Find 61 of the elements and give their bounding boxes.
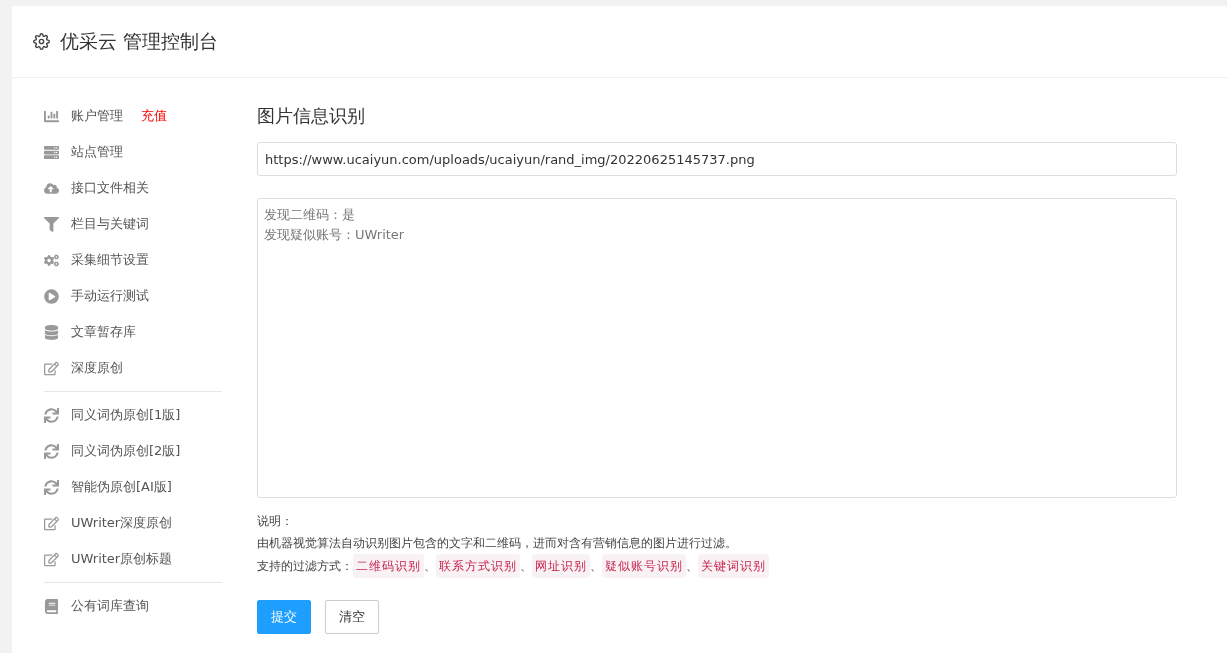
sidebar-item[interactable]: 采集细节设置 xyxy=(44,242,222,278)
gears-icon xyxy=(44,252,59,268)
sidebar-item[interactable]: 同义词伪原创[2版] xyxy=(44,433,222,469)
cloud-upload-icon xyxy=(44,180,59,196)
page-heading: 图片信息识别 xyxy=(257,104,366,128)
edit-icon xyxy=(44,360,59,376)
database-icon xyxy=(44,324,59,340)
sidebar-item[interactable]: 接口文件相关 xyxy=(44,170,222,206)
sidebar-item[interactable]: 账户管理 充值 xyxy=(44,98,222,134)
book-icon xyxy=(44,598,59,614)
sidebar-item[interactable]: 站点管理 xyxy=(44,134,222,170)
sidebar-label: 采集细节设置 xyxy=(71,251,149,269)
sidebar-item[interactable]: 同义词伪原创[1版] xyxy=(44,397,222,433)
filter-method-tag: 联系方式识别 xyxy=(436,554,520,578)
edit-icon xyxy=(44,551,59,567)
sidebar-item[interactable]: 公有词库查询 xyxy=(44,588,222,624)
sidebar-item[interactable]: 文章暂存库 xyxy=(44,314,222,350)
sidebar-label: 站点管理 xyxy=(71,143,123,161)
filter-method-tag: 疑似账号识别 xyxy=(602,554,686,578)
url-input[interactable]: https://www.ucaiyun.com/uploads/ucaiyun/rand_img/20220625145737.png xyxy=(257,142,1177,176)
sidebar-label: 同义词伪原创[2版] xyxy=(71,442,181,460)
recharge-link[interactable]: 充值 xyxy=(141,107,167,125)
sidebar-label: 接口文件相关 xyxy=(71,179,149,197)
play-icon xyxy=(44,288,59,304)
sidebar-item[interactable]: 栏目与关键词 xyxy=(44,206,222,242)
bar-chart-icon xyxy=(44,108,59,124)
sidebar-item[interactable]: UWriter原创标题 xyxy=(44,541,222,577)
filter-method-tag: 关键词识别 xyxy=(698,554,769,578)
filter-method-tag: 二维码识别 xyxy=(353,554,424,578)
refresh-icon xyxy=(44,407,59,423)
separator: 、 xyxy=(590,558,602,575)
filter-method-tag: 网址识别 xyxy=(532,554,590,578)
refresh-icon xyxy=(44,443,59,459)
notes-description: 由机器视觉算法自动识别图片包含的文字和二维码，进而对含有营销信息的图片进行过滤。 xyxy=(257,535,738,552)
sidebar-item[interactable]: 深度原创 xyxy=(44,350,222,386)
notes-title: 说明： xyxy=(257,513,294,530)
separator: 、 xyxy=(686,558,698,575)
sidebar-item[interactable]: UWriter深度原创 xyxy=(44,505,222,541)
sidebar-label: 账户管理 xyxy=(71,107,123,125)
separator: 、 xyxy=(520,558,532,575)
console-title: 优采云 管理控制台 xyxy=(60,28,219,54)
sidebar-label: 同义词伪原创[1版] xyxy=(71,406,181,424)
clear-button[interactable]: 清空 xyxy=(325,600,379,634)
sidebar-label: 文章暂存库 xyxy=(71,323,136,341)
server-icon xyxy=(44,144,59,160)
sidebar-label: 智能伪原创[AI版] xyxy=(71,478,172,496)
sidebar-label: UWriter深度原创 xyxy=(71,514,173,532)
sidebar-label: 深度原创 xyxy=(71,359,123,377)
refresh-icon xyxy=(44,479,59,495)
sidebar-item[interactable]: 智能伪原创[AI版] xyxy=(44,469,222,505)
edit-icon xyxy=(44,515,59,531)
sidebar-label: 手动运行测试 xyxy=(71,287,149,305)
settings-icon xyxy=(33,33,50,50)
sidebar-item[interactable]: 手动运行测试 xyxy=(44,278,222,314)
result-textarea[interactable]: 发现二维码：是 发现疑似账号：UWriter xyxy=(257,198,1177,498)
sidebar-label: 公有词库查询 xyxy=(71,597,149,615)
sidebar-label: UWriter原创标题 xyxy=(71,550,173,568)
sidebar-label: 栏目与关键词 xyxy=(71,215,149,233)
separator: 、 xyxy=(424,558,436,575)
methods-label: 支持的过滤方式： xyxy=(257,558,353,575)
filter-icon xyxy=(44,216,59,232)
